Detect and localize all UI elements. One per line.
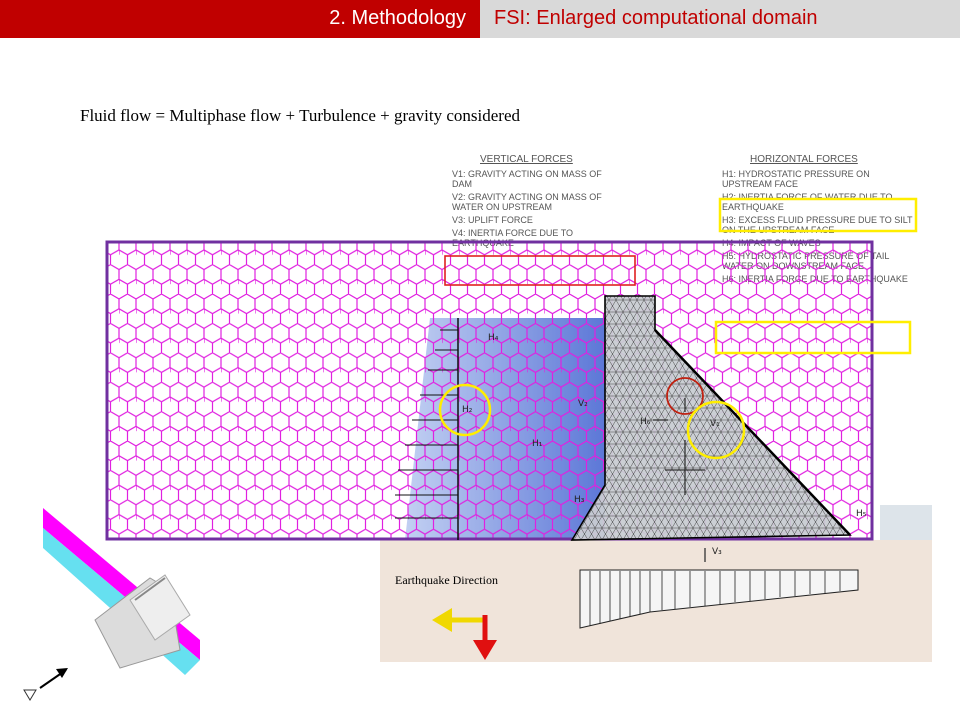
svg-text:H₃: H₃ xyxy=(574,495,585,505)
svg-text:H₅: H₅ xyxy=(856,509,867,519)
svg-text:V₁: V₁ xyxy=(710,419,720,429)
svg-text:H₂: H₂ xyxy=(462,405,473,415)
svg-text:H₁: H₁ xyxy=(532,439,543,449)
svg-text:V₃: V₃ xyxy=(712,547,722,557)
highlight-box-h2 xyxy=(718,197,918,233)
svg-text:V₂: V₂ xyxy=(578,399,588,409)
dam-diagram: H₄ H₂ H₁ V₂ H₃ H₆ V₁ V₃ H₅ xyxy=(23,197,932,701)
downstream-tail xyxy=(880,505,932,540)
svg-text:H₆: H₆ xyxy=(640,417,651,427)
axis-indicator xyxy=(23,668,68,701)
svg-text:H₄: H₄ xyxy=(488,333,499,343)
earthquake-direction-label: Earthquake Direction xyxy=(395,573,498,587)
